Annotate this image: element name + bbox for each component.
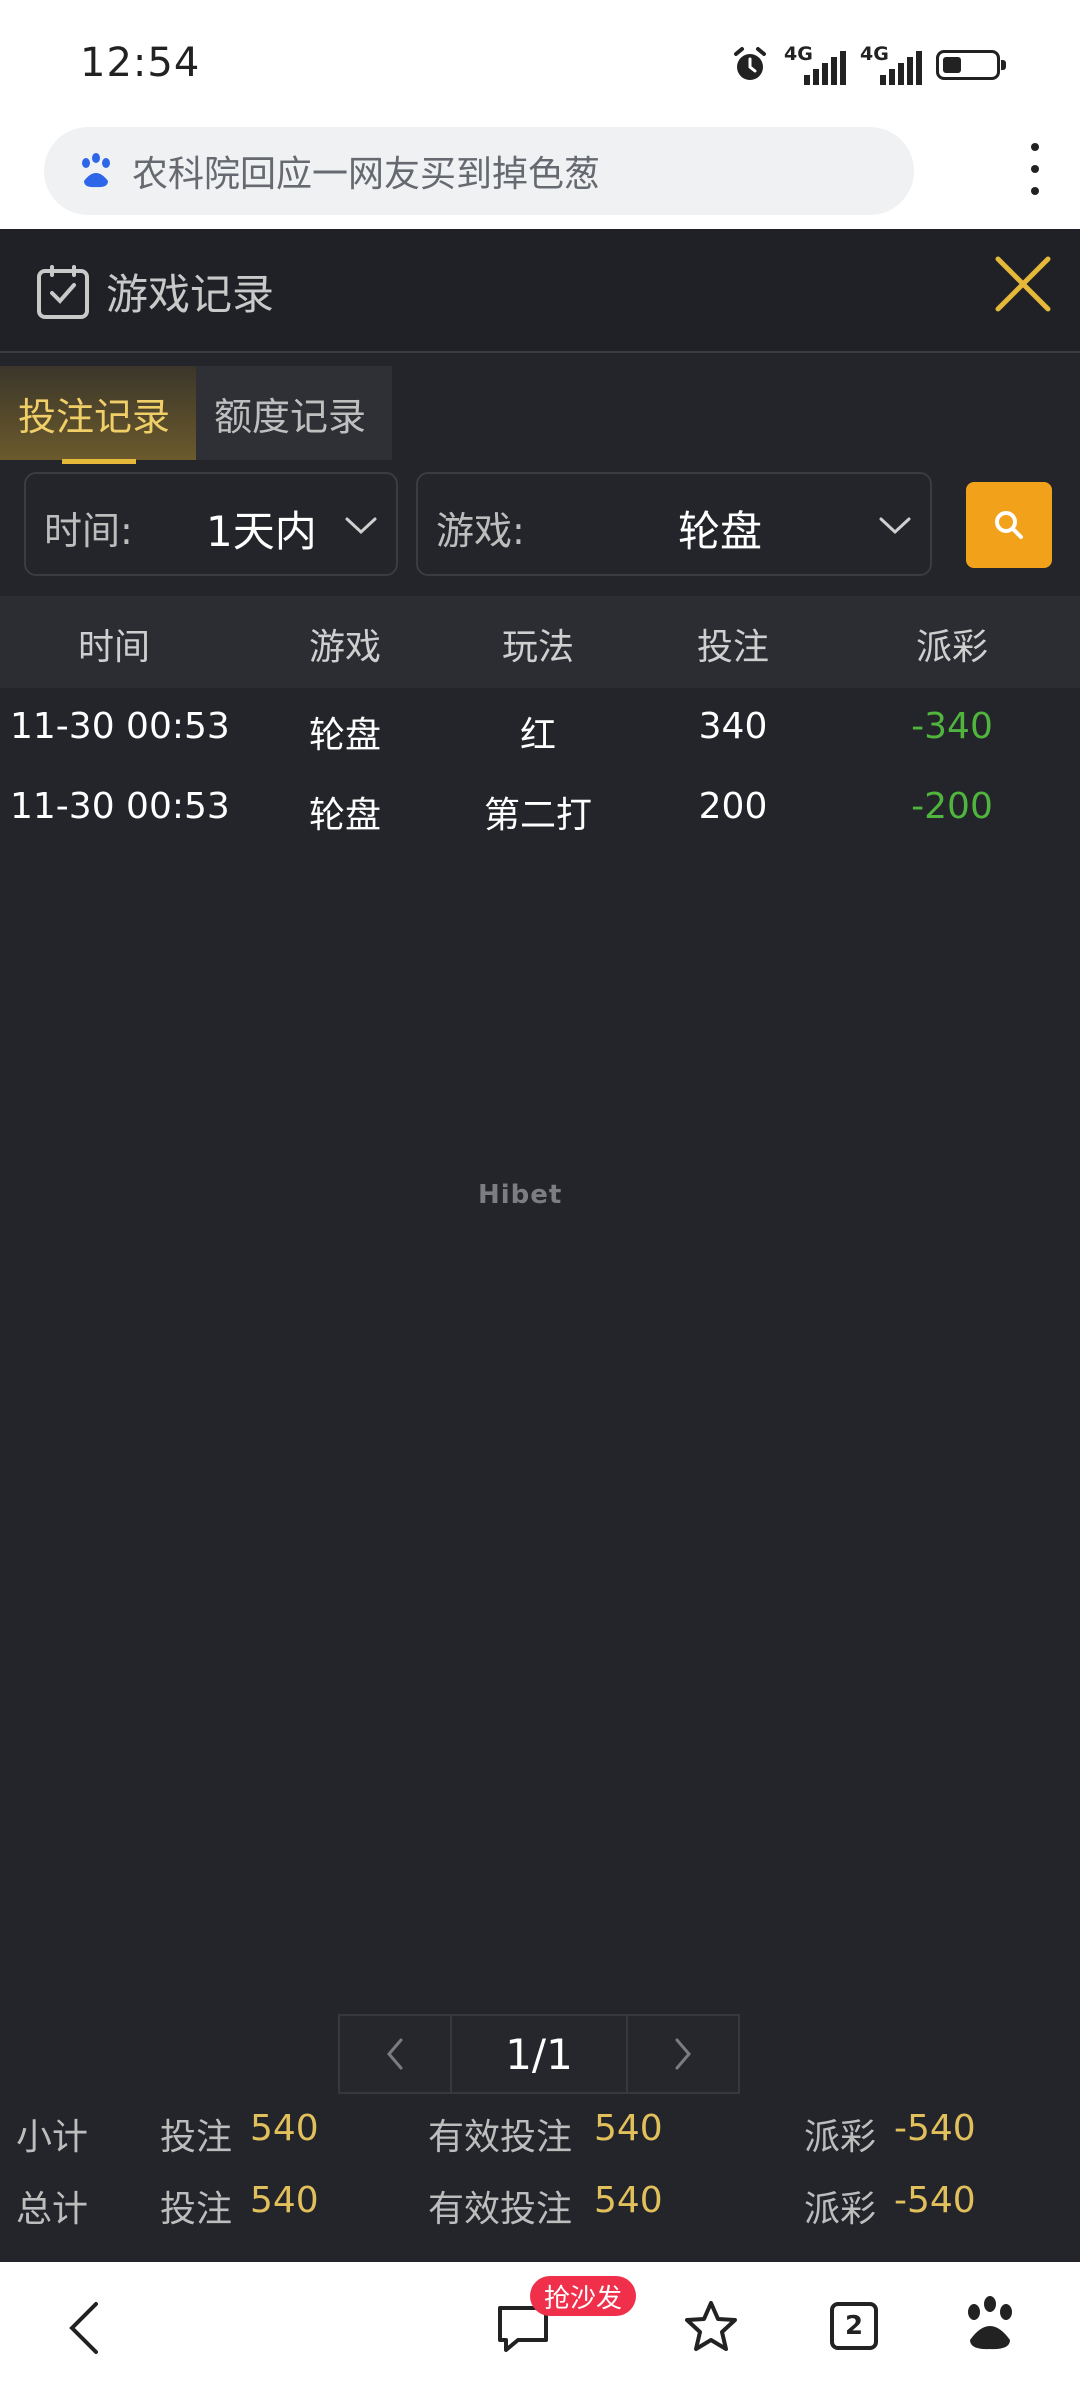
search-button[interactable] (966, 482, 1052, 568)
search-icon (995, 511, 1023, 539)
record-tabs: 投注记录 额度记录 (0, 366, 392, 464)
total-payout-label: 派彩 (804, 2189, 877, 2230)
total-payout-value: -540 (894, 2180, 976, 2221)
chevron-down-icon (345, 517, 377, 535)
table-row: 11-30 00:53 轮盘 第二打 200 -200 (0, 768, 1080, 848)
more-options-icon[interactable] (1028, 143, 1042, 199)
col-payout-header: 派彩 (915, 627, 989, 668)
browser-toolbar: 农科院回应一网友买到掉色葱 (0, 125, 1080, 229)
time-filter-select[interactable]: 时间: 1天内 (24, 472, 398, 576)
cell-play: 红 (519, 715, 557, 756)
game-filter-label: 游戏: (436, 509, 525, 553)
time-filter-label: 时间: (44, 509, 133, 553)
game-filter-select[interactable]: 游戏: 轮盘 (416, 472, 932, 576)
tab-bet-records[interactable]: 投注记录 (0, 366, 196, 464)
battery-icon (936, 50, 1006, 80)
alarm-icon (734, 47, 766, 80)
cell-bet: 200 (698, 786, 768, 827)
cell-game: 轮盘 (308, 715, 382, 756)
close-icon[interactable] (988, 249, 1058, 319)
comment-badge: 抢沙发 (530, 2276, 637, 2316)
subtotal-label: 小计 (16, 2117, 89, 2158)
pagination: 1/1 (338, 2014, 744, 2094)
search-query-text: 农科院回应一网友买到掉色葱 (132, 154, 601, 195)
col-bet-header: 投注 (696, 627, 770, 668)
baidu-paw-icon (82, 153, 110, 188)
signal-icon-1: 4G (784, 43, 846, 87)
total-row: 总计 投注 540 有效投注 540 派彩 -540 (0, 2174, 1080, 2238)
tabs-count-button[interactable]: 2 (830, 2302, 878, 2350)
signal-icon-2: 4G (860, 43, 922, 87)
table-row: 11-30 00:53 轮盘 红 340 -340 (0, 688, 1080, 768)
cell-time: 11-30 00:53 (10, 706, 230, 747)
subtotal-row: 小计 投注 540 有效投注 540 派彩 -540 (0, 2102, 1080, 2166)
subtotal-valid-label: 有效投注 (428, 2117, 573, 2158)
back-icon[interactable] (62, 2298, 106, 2358)
subtotal-payout-label: 派彩 (804, 2117, 877, 2158)
tab-credit-records[interactable]: 额度记录 (196, 366, 392, 460)
cell-play: 第二打 (483, 795, 593, 836)
table-header: 时间 游戏 玩法 投注 派彩 (0, 596, 1080, 688)
status-bar: 12:54 4G 4G (0, 0, 1080, 125)
next-page-button[interactable] (626, 2014, 740, 2094)
total-label: 总计 (16, 2189, 89, 2230)
col-play-header: 玩法 (501, 627, 575, 668)
game-filter-value: 轮盘 (678, 507, 763, 556)
cell-game: 轮盘 (308, 795, 382, 836)
total-valid-value: 540 (594, 2180, 663, 2221)
clipboard-check-icon (37, 265, 89, 319)
total-bet-label: 投注 (160, 2189, 233, 2230)
browser-bottom-nav: 抢沙发 2 (0, 2262, 1080, 2388)
baidu-home-icon[interactable] (962, 2294, 1018, 2354)
chevron-down-icon (879, 517, 911, 535)
browser-search-box[interactable]: 农科院回应一网友买到掉色葱 (44, 127, 914, 215)
watermark-logo: Hibet (478, 1180, 563, 1210)
modal-header: 游戏记录 (0, 229, 1080, 353)
subtotal-bet-value: 540 (250, 2108, 319, 2149)
total-bet-value: 540 (250, 2180, 319, 2221)
prev-page-button[interactable] (338, 2014, 452, 2094)
total-valid-label: 有效投注 (428, 2189, 573, 2230)
col-time-header: 时间 (77, 627, 151, 668)
star-icon[interactable] (682, 2298, 740, 2356)
status-icons: 4G 4G (730, 40, 1006, 90)
col-game-header: 游戏 (308, 627, 382, 668)
chevron-left-icon (387, 2038, 403, 2070)
chevron-right-icon (675, 2038, 691, 2070)
status-time: 12:54 (80, 40, 201, 86)
cell-time: 11-30 00:53 (10, 786, 230, 827)
cell-bet: 340 (698, 706, 768, 747)
subtotal-payout-value: -540 (894, 2108, 976, 2149)
cell-payout: -340 (911, 706, 993, 747)
modal-title: 游戏记录 (106, 270, 275, 319)
page-indicator: 1/1 (452, 2014, 626, 2094)
time-filter-value: 1天内 (206, 507, 317, 556)
subtotal-valid-value: 540 (594, 2108, 663, 2149)
subtotal-bet-label: 投注 (160, 2117, 233, 2158)
cell-payout: -200 (911, 786, 993, 827)
